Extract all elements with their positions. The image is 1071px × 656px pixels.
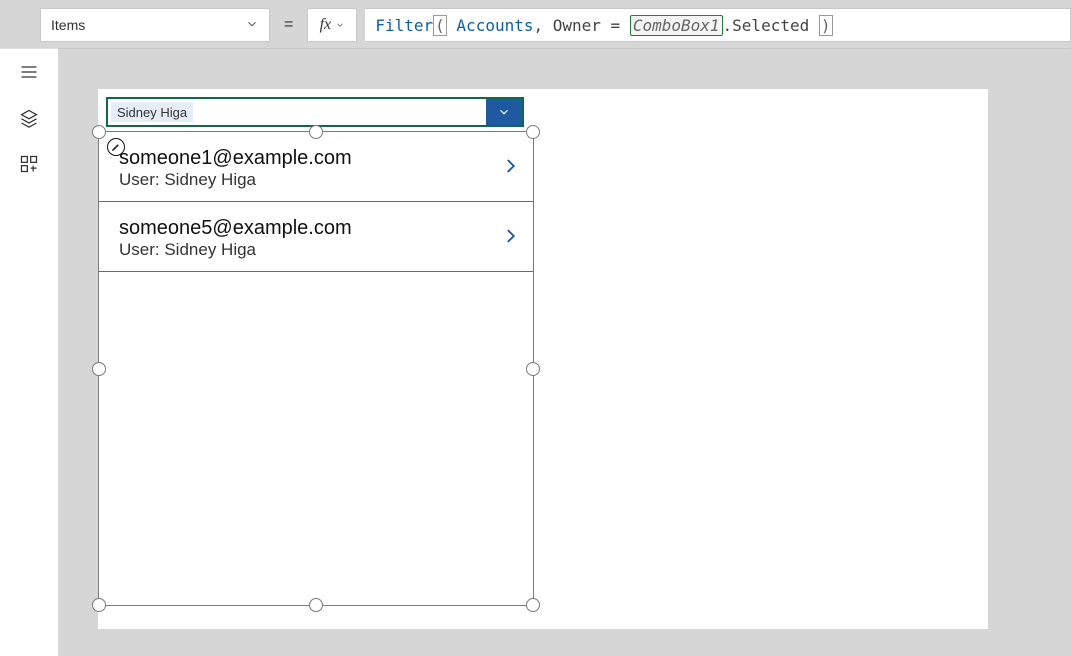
- layers-icon: [19, 108, 39, 128]
- gallery-item-title: someone5@example.com: [119, 216, 501, 240]
- formula-token-rparen: ): [819, 15, 833, 36]
- edit-template-badge[interactable]: [107, 138, 125, 156]
- gallery-item-chevron[interactable]: [501, 225, 519, 252]
- gallery-item[interactable]: someone1@example.com User: Sidney Higa: [99, 132, 533, 202]
- formula-token-selected: .Selected: [723, 16, 819, 35]
- chevron-down-icon: [245, 17, 259, 34]
- fx-icon: fx: [320, 16, 332, 34]
- chevron-down-icon: [335, 20, 345, 30]
- formula-token-comma: ,: [533, 16, 552, 35]
- gallery-item-chevron[interactable]: [501, 155, 519, 182]
- hamburger-icon: [19, 62, 39, 82]
- combobox-spacer: [196, 99, 486, 125]
- gallery-accounts[interactable]: someone1@example.com User: Sidney Higa s…: [98, 131, 534, 606]
- formula-token-lparen: (: [433, 15, 447, 36]
- formula-token-eq: =: [601, 16, 630, 35]
- formula-token-comboref: ComboBox1: [630, 15, 723, 36]
- resize-handle[interactable]: [92, 362, 106, 376]
- formula-input[interactable]: Filter( Accounts, Owner = ComboBox1.Sele…: [365, 8, 1071, 42]
- gallery-item-texts: someone1@example.com User: Sidney Higa: [119, 146, 501, 190]
- formula-token-owner: Owner: [553, 16, 601, 35]
- insert-button[interactable]: [0, 141, 58, 187]
- chevron-right-icon: [501, 155, 519, 177]
- canvas-background: Sidney Higa someone1@example.com User: S…: [58, 48, 1071, 656]
- grid-plus-icon: [19, 154, 39, 174]
- app-canvas[interactable]: Sidney Higa someone1@example.com User: S…: [98, 89, 988, 629]
- formula-token-func: Filter: [375, 16, 433, 35]
- formula-token-arg1: Accounts: [456, 16, 533, 35]
- gallery-item[interactable]: someone5@example.com User: Sidney Higa: [99, 202, 533, 272]
- tree-view-button[interactable]: [0, 95, 58, 141]
- left-rail: [0, 48, 58, 656]
- resize-handle[interactable]: [309, 125, 323, 139]
- hamburger-button[interactable]: [0, 49, 58, 95]
- formula-bar: Items = fx Filter( Accounts, Owner = Com…: [0, 6, 1071, 44]
- pencil-icon: [111, 142, 121, 152]
- chevron-down-icon: [497, 105, 511, 119]
- resize-handle[interactable]: [526, 362, 540, 376]
- chevron-right-icon: [501, 225, 519, 247]
- gallery-item-texts: someone5@example.com User: Sidney Higa: [119, 216, 501, 260]
- resize-handle[interactable]: [309, 598, 323, 612]
- property-selector[interactable]: Items: [40, 8, 270, 42]
- resize-handle[interactable]: [526, 598, 540, 612]
- fx-button[interactable]: fx: [307, 8, 357, 42]
- combobox-toggle-button[interactable]: [486, 99, 522, 125]
- property-selector-label: Items: [51, 17, 85, 33]
- resize-handle[interactable]: [92, 125, 106, 139]
- equals-label: =: [278, 16, 299, 34]
- gallery-item-title: someone1@example.com: [119, 146, 501, 170]
- gallery-item-subtitle: User: Sidney Higa: [119, 170, 501, 190]
- combobox-selected-chip[interactable]: Sidney Higa: [111, 102, 193, 122]
- gallery-item-subtitle: User: Sidney Higa: [119, 240, 501, 260]
- resize-handle[interactable]: [92, 598, 106, 612]
- combobox-owner[interactable]: Sidney Higa: [106, 97, 524, 127]
- resize-handle[interactable]: [526, 125, 540, 139]
